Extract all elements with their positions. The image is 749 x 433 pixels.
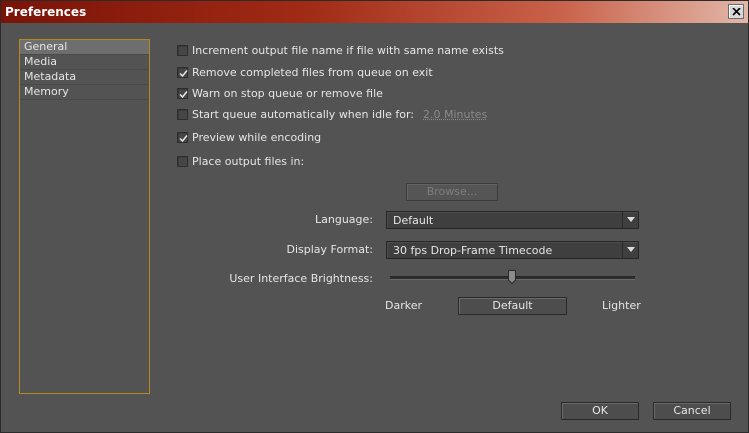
- checkmark-icon: [179, 90, 188, 98]
- place-output-label: Place output files in:: [192, 154, 305, 168]
- language-label: Language:: [315, 213, 373, 226]
- display-format-label: Display Format:: [286, 243, 373, 256]
- display-format-value: 30 fps Drop-Frame Timecode: [393, 244, 553, 257]
- browse-button[interactable]: Browse...: [406, 183, 498, 201]
- display-format-dropdown-arrow[interactable]: [622, 242, 638, 258]
- warn-on-stop-label: Warn on stop queue or remove file: [192, 86, 383, 100]
- close-icon: [732, 8, 741, 16]
- sidebar-item-general[interactable]: General: [20, 40, 149, 55]
- idle-time-value[interactable]: 2.0 Minutes: [423, 108, 487, 121]
- brightness-slider-thumb[interactable]: [508, 270, 516, 284]
- remove-completed-label: Remove completed files from queue on exi…: [192, 65, 433, 79]
- cancel-button[interactable]: Cancel: [653, 402, 731, 420]
- lighter-label: Lighter: [602, 299, 641, 312]
- warn-on-stop-checkbox[interactable]: [177, 87, 188, 99]
- start-queue-label: Start queue automatically when idle for:: [192, 107, 415, 121]
- warn-on-stop-option[interactable]: Warn on stop queue or remove file: [177, 85, 383, 101]
- title-bar[interactable]: Preferences: [1, 1, 748, 23]
- language-select[interactable]: Default: [386, 211, 639, 229]
- increment-filename-option[interactable]: Increment output file name if file with …: [177, 42, 504, 58]
- brightness-default-button[interactable]: Default: [458, 297, 567, 315]
- close-button[interactable]: [728, 4, 744, 19]
- language-value: Default: [393, 214, 434, 227]
- preview-label: Preview while encoding: [192, 130, 322, 144]
- remove-completed-option[interactable]: Remove completed files from queue on exi…: [177, 64, 433, 80]
- place-output-option[interactable]: Place output files in:: [177, 153, 304, 169]
- preview-checkbox[interactable]: [177, 131, 188, 143]
- display-format-select[interactable]: 30 fps Drop-Frame Timecode: [386, 241, 639, 259]
- start-queue-option[interactable]: Start queue automatically when idle for:…: [177, 106, 487, 122]
- remove-completed-checkbox[interactable]: [177, 66, 188, 78]
- sidebar-item-media[interactable]: Media: [20, 55, 149, 70]
- increment-filename-checkbox[interactable]: [177, 44, 188, 56]
- checkmark-icon: [179, 134, 188, 142]
- place-output-checkbox[interactable]: [177, 155, 188, 167]
- chevron-down-icon: [627, 217, 635, 222]
- sidebar-item-metadata[interactable]: Metadata: [20, 70, 149, 85]
- sidebar-item-memory[interactable]: Memory: [20, 85, 149, 100]
- brightness-label: User Interface Brightness:: [229, 272, 373, 285]
- checkmark-icon: [179, 69, 188, 77]
- preferences-window: Preferences General Media Metadata Memor…: [0, 0, 749, 433]
- preview-option[interactable]: Preview while encoding: [177, 129, 321, 145]
- language-dropdown-arrow[interactable]: [622, 212, 638, 228]
- increment-filename-label: Increment output file name if file with …: [192, 43, 504, 57]
- darker-label: Darker: [385, 299, 423, 312]
- window-title: Preferences: [5, 5, 87, 19]
- preferences-category-list: General Media Metadata Memory: [19, 39, 150, 394]
- chevron-down-icon: [627, 247, 635, 252]
- start-queue-checkbox[interactable]: [177, 108, 188, 120]
- ok-button[interactable]: OK: [561, 402, 639, 420]
